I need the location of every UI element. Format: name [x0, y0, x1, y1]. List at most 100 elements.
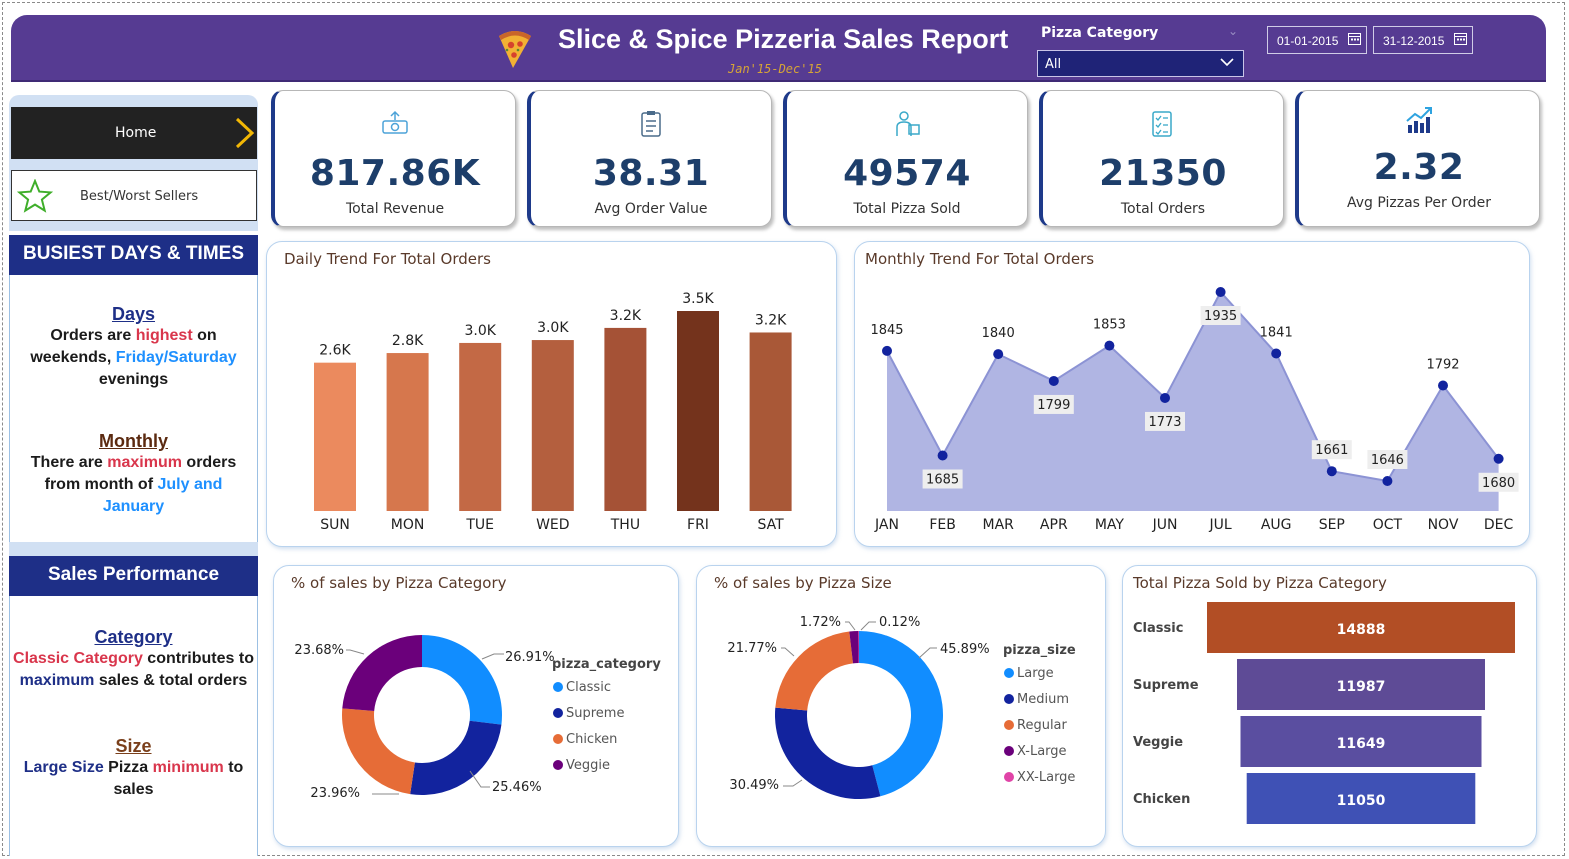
- nav-home-button[interactable]: Home: [11, 107, 257, 159]
- calendar-icon: [1348, 33, 1361, 45]
- chevron-down-icon: [1220, 58, 1234, 67]
- x-tick-label: TUE: [465, 517, 494, 533]
- kpi-total-pizza-sold: 49574 Total Pizza Sold: [783, 90, 1028, 227]
- x-tick-label: JAN: [874, 517, 899, 533]
- legend-item: Large: [1017, 666, 1054, 681]
- pizza-slice-icon: [499, 31, 531, 68]
- size-text-1: Large Size: [23, 759, 104, 776]
- category-donut-panel: % of sales by Pizza Category 26.91% 25.46…: [273, 565, 679, 847]
- funnel-data-label: 11050: [1337, 793, 1386, 809]
- data-label: 1853: [1093, 318, 1126, 333]
- pizza-category-select[interactable]: All: [1037, 50, 1244, 77]
- slice-data-label: 45.89%: [940, 642, 990, 657]
- data-label: 1935: [1204, 309, 1237, 324]
- days-text-2: highest: [135, 327, 193, 344]
- pizza-sold-funnel-panel: Total Pizza Sold by Pizza Category 14888…: [1122, 565, 1537, 847]
- size-heading: Size: [115, 736, 152, 756]
- date-to-value: 31-12-2015: [1383, 34, 1445, 48]
- data-label: 1799: [1037, 398, 1070, 413]
- nav-best-worst-button[interactable]: Best/Worst Sellers: [11, 170, 257, 221]
- sales-performance-heading: Sales Performance: [9, 556, 258, 596]
- kpi-value: 21350: [1099, 153, 1227, 194]
- category-text: Category Classic Category contributes to…: [9, 626, 258, 692]
- data-label: 1840: [982, 326, 1015, 341]
- monthly-text-1: There are: [30, 454, 108, 471]
- slice-data-label: 23.68%: [294, 643, 344, 658]
- page-title: Slice & Spice Pizzeria Sales Report: [558, 24, 1009, 54]
- legend-swatch: [553, 760, 563, 770]
- x-tick-label: MON: [391, 517, 425, 533]
- days-text-1: Orders are: [50, 327, 136, 344]
- bar-data-label: 2.6K: [319, 343, 351, 359]
- money-icon: [382, 110, 408, 134]
- legend-item: Supreme: [566, 706, 624, 721]
- kpi-label: Avg Pizzas Per Order: [1347, 195, 1491, 211]
- bar: [604, 327, 647, 511]
- funnel-category-label: Chicken: [1133, 792, 1190, 807]
- filter-collapse-icon[interactable]: ⌄: [1228, 24, 1238, 38]
- funnel-data-label: 11649: [1337, 736, 1386, 752]
- legend-swatch: [1004, 746, 1014, 756]
- legend-swatch: [553, 708, 563, 718]
- funnel-category-label: Classic: [1133, 621, 1183, 636]
- size-text: Size Large Size Pizza minimum to sales: [9, 735, 258, 801]
- legend-item: Classic: [566, 680, 611, 695]
- nav-best-worst-label: Best/Worst Sellers: [80, 189, 199, 204]
- x-tick-label: SUN: [320, 517, 350, 533]
- legend-swatch: [1004, 668, 1014, 678]
- data-point: [882, 345, 892, 356]
- date-from-input[interactable]: 01-01-2015: [1267, 26, 1367, 54]
- data-point: [1215, 287, 1226, 297]
- x-tick-label: JUL: [1209, 517, 1232, 533]
- daily-trend-panel: Daily Trend For Total Orders 2.6K SUN 2.8K…: [266, 241, 837, 547]
- legend-swatch: [1004, 772, 1014, 782]
- legend-swatch: [1004, 694, 1014, 704]
- page-subtitle: Jan'15-Dec'15: [728, 62, 822, 76]
- checklist-icon: [1152, 111, 1172, 137]
- kpi-label: Total Pizza Sold: [853, 201, 961, 217]
- monthly-trend-panel: Monthly Trend For Total Orders 1845 JAN 16…: [854, 241, 1530, 547]
- slice-data-label: 26.91%: [505, 650, 555, 665]
- x-tick-label: DEC: [1484, 517, 1514, 533]
- date-to-input[interactable]: 31-12-2015: [1373, 26, 1473, 54]
- donut-slice: [410, 720, 502, 795]
- data-point: [1493, 453, 1504, 464]
- bar: [677, 311, 719, 511]
- size-text-3: minimum: [152, 759, 224, 776]
- slice-data-label: 23.96%: [310, 786, 360, 801]
- bar: [314, 362, 356, 511]
- bar-data-label: 2.8K: [392, 333, 424, 349]
- donut-slice: [342, 708, 415, 795]
- date-from-value: 01-01-2015: [1277, 34, 1339, 48]
- bar-data-label: 3.2K: [610, 308, 642, 324]
- slice-leader-line: [783, 779, 803, 787]
- filter-label: Pizza Category: [1041, 25, 1159, 41]
- slice-leader-line: [860, 621, 876, 631]
- delivery-icon: [896, 111, 920, 136]
- legend-title: pizza_category: [552, 657, 661, 672]
- category-text-4: sales & total orders: [94, 672, 248, 689]
- legend-swatch: [553, 734, 563, 744]
- slice-data-label: 0.12%: [879, 615, 920, 630]
- days-heading: Days: [111, 304, 156, 324]
- x-tick-label: JUN: [1152, 517, 1178, 533]
- donut-slice: [775, 707, 881, 799]
- size-text-2: Pizza: [103, 759, 153, 776]
- legend-item: Medium: [1017, 692, 1069, 707]
- data-point: [1382, 476, 1393, 486]
- slice-leader-line: [845, 621, 856, 631]
- slice-data-label: 25.46%: [492, 780, 542, 795]
- x-tick-label: NOV: [1428, 517, 1459, 533]
- category-heading: Category: [94, 627, 173, 647]
- growth-chart-icon: [1406, 107, 1432, 133]
- kpi-label: Total Revenue: [345, 201, 445, 217]
- daily-trend-chart: 2.6K SUN 2.8K MON 3.0K TUE 3.0K WED 3.2K THU 3.5K F…: [314, 291, 792, 533]
- x-tick-label: THU: [610, 517, 640, 533]
- star-icon: [17, 179, 53, 213]
- bar: [459, 342, 502, 511]
- busiest-days-text: Days Orders are highest on weekends, Fri…: [9, 303, 258, 391]
- bar: [386, 353, 429, 511]
- x-tick-label: SEP: [1319, 517, 1345, 533]
- bar-data-label: 3.0K: [464, 323, 496, 339]
- bar: [749, 332, 792, 511]
